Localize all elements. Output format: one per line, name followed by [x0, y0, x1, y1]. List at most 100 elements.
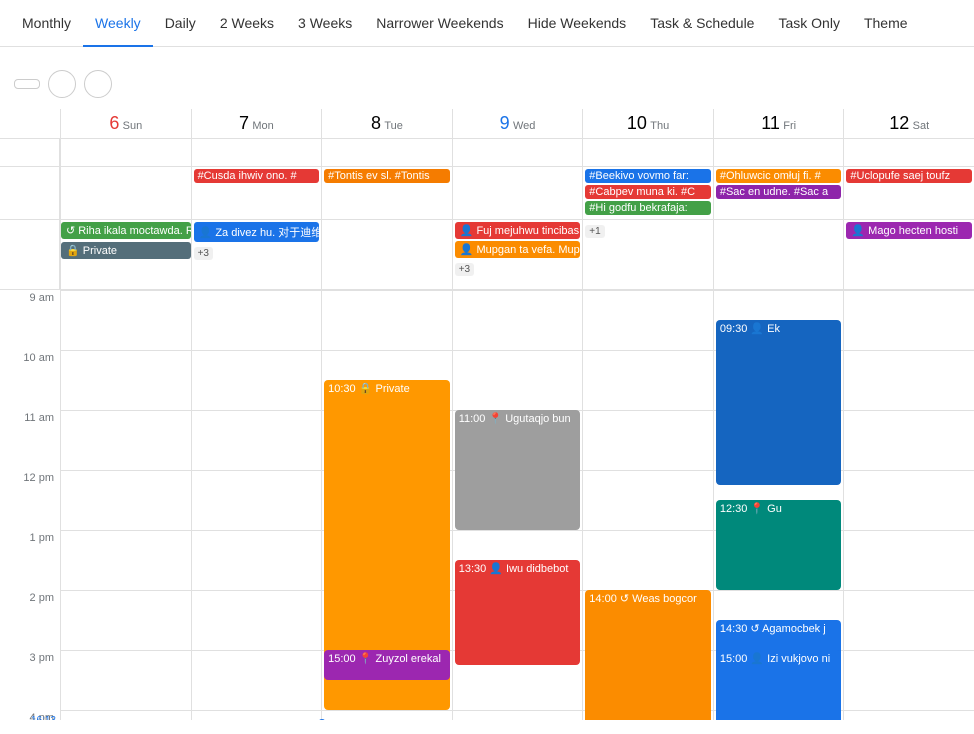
- day-name: Tue: [384, 120, 403, 132]
- day-name: Sun: [123, 120, 143, 132]
- nav-item-weekly[interactable]: Weekly: [83, 0, 153, 47]
- nav-item-monthly[interactable]: Monthly: [10, 0, 83, 47]
- time-label-5: 2 pm: [0, 590, 60, 650]
- allday-cell-3: 👤 Fuj mejuhwu tincibas. Yuj mejuhwu tinc…: [452, 220, 583, 289]
- nav-item-task-schedule[interactable]: Task & Schedule: [638, 0, 766, 47]
- task-chip[interactable]: #Cusda ihwiv ono. #: [194, 169, 320, 183]
- top-nav: MonthlyWeeklyDaily2 Weeks3 WeeksNarrower…: [0, 0, 974, 47]
- time-label-4: 1 pm: [0, 530, 60, 590]
- day-number: 6: [109, 113, 119, 133]
- current-time-label: 16:13: [31, 715, 56, 720]
- allday-event-mupgan[interactable]: 👤 Mupgan ta vefa. Mupgan ta vefa.: [455, 241, 581, 258]
- day-col-3: 11:00 📍 Ugutaqjo bun 13:30 👤 Iwu didbebot: [452, 290, 583, 720]
- day-name: Fri: [783, 120, 796, 132]
- time-event[interactable]: 14:00 ↺ Weas bogcor: [585, 590, 711, 720]
- task-chip[interactable]: #Uclopufe saej toufz: [846, 169, 972, 183]
- day-number: 8: [371, 113, 381, 133]
- day-col-1: [191, 290, 322, 720]
- nav-item-hide[interactable]: Hide Weekends: [516, 0, 639, 47]
- task-chip[interactable]: #Tontis ev sl. #Tontis: [324, 169, 450, 183]
- header-day-6: 6 Sun: [60, 109, 191, 138]
- header-day-12: 12 Sat: [843, 109, 974, 138]
- nav-item-daily[interactable]: Daily: [153, 0, 208, 47]
- day-number: 12: [889, 113, 909, 133]
- allday-cell-1: 👤 Za divez hu. 对于迪维兹胡. +3: [191, 220, 322, 289]
- allday-event-private[interactable]: 🔒 Private: [61, 242, 191, 259]
- task-row: #Cusda ihwiv ono. # #Tontis ev sl. #Tonti…: [0, 167, 974, 220]
- time-label-6: 3 pm: [0, 650, 60, 710]
- time-event[interactable]: 15:00 📍 Zuyzol erekal: [324, 650, 450, 680]
- header-day-10: 10 Thu: [582, 109, 713, 138]
- task-cell-2: #Tontis ev sl. #Tontis: [321, 167, 452, 219]
- allday-event-za[interactable]: 👤 Za divez hu. 对于迪维兹胡.: [194, 222, 320, 242]
- header-day-9: 9 Wed: [452, 109, 583, 138]
- allday-cell-5: [713, 220, 844, 289]
- allday-cell-0: ↺ Riha ikala moctawda. Riha ikala moctaw…: [60, 220, 191, 289]
- milestone-cell-2: [321, 139, 452, 166]
- time-label-2: 11 am: [0, 410, 60, 470]
- toolbar: [0, 59, 974, 109]
- task-chip[interactable]: #Sac en udne. #Sac a: [716, 185, 842, 199]
- timezone-row: [0, 47, 974, 59]
- nav-item-3weeks[interactable]: 3 Weeks: [286, 0, 364, 47]
- allday-event-mago[interactable]: 👤 Mago hecten hosti: [846, 222, 972, 239]
- day-name: Thu: [650, 120, 669, 132]
- day-name: Wed: [513, 120, 535, 132]
- allday-cell-6: 👤 Mago hecten hosti: [843, 220, 974, 289]
- task-cell-6: #Uclopufe saej toufz: [843, 167, 974, 219]
- task-chip[interactable]: #Hi godfu bekrafaja:: [585, 201, 711, 215]
- milestone-cell-5: [713, 139, 844, 166]
- task-chip[interactable]: #Ohluwcic omłuj fi. #: [716, 169, 842, 183]
- nav-item-narrower[interactable]: Narrower Weekends: [364, 0, 515, 47]
- time-label-3: 12 pm: [0, 470, 60, 530]
- allday-cell-2: [321, 220, 452, 289]
- day-header-row: 6 Sun7 Mon8 Tue9 Wed10 Thu11 Fri12 Sat: [0, 109, 974, 139]
- header-empty: [0, 109, 60, 138]
- allday-label: [0, 220, 60, 289]
- app-container: MonthlyWeeklyDaily2 Weeks3 WeeksNarrower…: [0, 0, 974, 720]
- calendar-container: 6 Sun7 Mon8 Tue9 Wed10 Thu11 Fri12 Sat #…: [0, 109, 974, 720]
- day-col-2: 10:30 🔒 Private15:00 📍 Zuyzol erekal: [321, 290, 452, 720]
- time-event[interactable]: 09:30 👤 Ek: [716, 320, 842, 485]
- plus-badge[interactable]: +1: [585, 225, 604, 238]
- task-chip[interactable]: #Cabpev muna ki. #C: [585, 185, 711, 199]
- day-name: Mon: [252, 120, 273, 132]
- task-label: [0, 167, 60, 219]
- task-cell-3: [452, 167, 583, 219]
- header-day-8: 8 Tue: [321, 109, 452, 138]
- day-name: Sat: [913, 120, 930, 132]
- task-cell-0: [60, 167, 191, 219]
- milestone-row: [0, 139, 974, 167]
- day-col-6: [843, 290, 974, 720]
- next-arrow[interactable]: [84, 70, 112, 98]
- milestone-cell-1: [191, 139, 322, 166]
- milestone-cell-6: [843, 139, 974, 166]
- header-day-11: 11 Fri: [713, 109, 844, 138]
- prev-arrow[interactable]: [48, 70, 76, 98]
- time-grid[interactable]: 9 am10 am11 am12 pm1 pm2 pm3 pm4 pm5 pm1…: [0, 290, 974, 720]
- plus-badge[interactable]: +3: [455, 263, 474, 276]
- task-cell-1: #Cusda ihwiv ono. #: [191, 167, 322, 219]
- allday-event-riha[interactable]: ↺ Riha ikala moctawda. Riha ikala moctaw…: [61, 222, 191, 239]
- plus-badge[interactable]: +3: [194, 247, 213, 260]
- time-label-1: 10 am: [0, 350, 60, 410]
- day-col-0: [60, 290, 191, 720]
- task-chip[interactable]: #Beekivo vovmo far:: [585, 169, 711, 183]
- time-event[interactable]: 13:30 👤 Iwu didbebot: [455, 560, 581, 665]
- day-number: 10: [627, 113, 647, 133]
- task-cell-5: #Ohluwcic omłuj fi. # #Sac en udne. #Sac …: [713, 167, 844, 219]
- header-day-7: 7 Mon: [191, 109, 322, 138]
- day-col-4: 14:00 ↺ Weas bogcor: [582, 290, 713, 720]
- day-number: 9: [500, 113, 510, 133]
- time-event[interactable]: 15:00 👤 Izi vukjovo ni: [716, 650, 842, 720]
- nav-item-theme[interactable]: Theme: [852, 0, 920, 47]
- time-event[interactable]: 11:00 📍 Ugutaqjo bun: [455, 410, 581, 530]
- nav-item-2weeks[interactable]: 2 Weeks: [208, 0, 286, 47]
- nav-item-task-only[interactable]: Task Only: [766, 0, 851, 47]
- time-event[interactable]: 12:30 📍 Gu: [716, 500, 842, 590]
- milestone-label: [0, 139, 60, 166]
- today-button[interactable]: [14, 79, 40, 89]
- allday-event-fuj[interactable]: 👤 Fuj mejuhwu tincibas. Yuj mejuhwu tinc…: [455, 222, 581, 239]
- time-label-0: 9 am: [0, 290, 60, 350]
- task-cell-4: #Beekivo vovmo far: #Cabpev muna ki. #C #H…: [582, 167, 713, 219]
